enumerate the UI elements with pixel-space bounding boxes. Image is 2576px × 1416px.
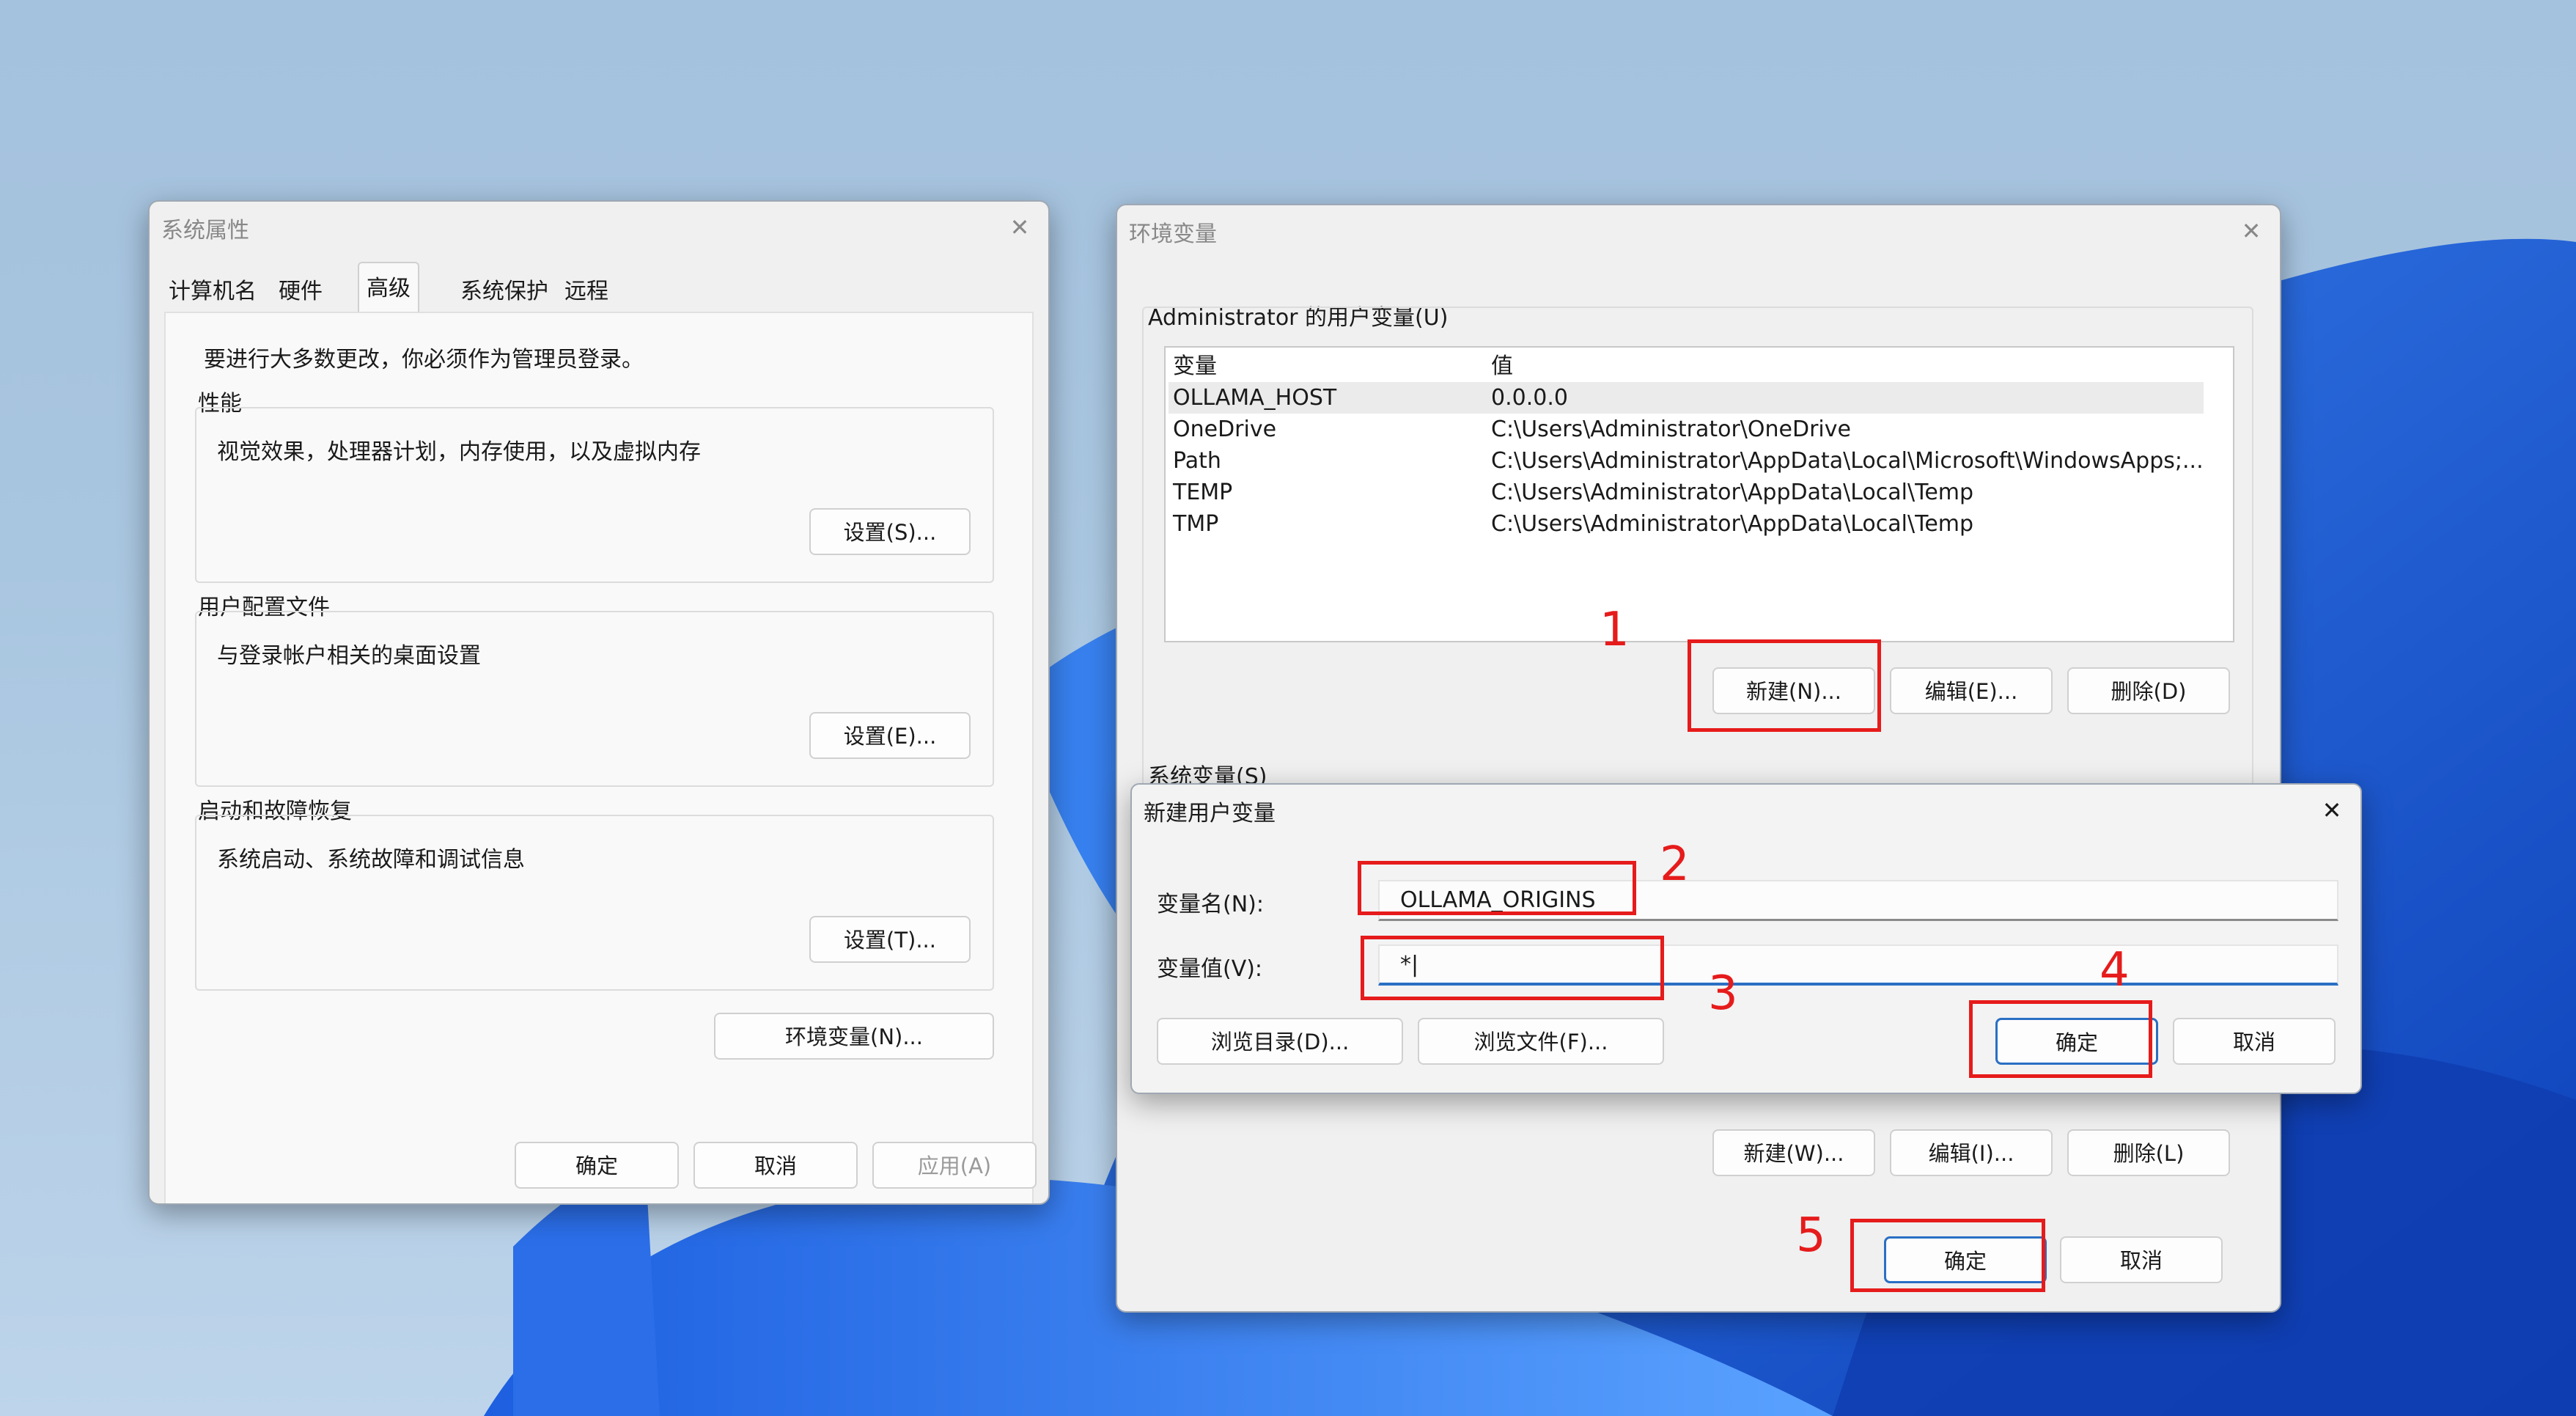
annotation-box-3 [1361,936,1664,1000]
table-row[interactable]: TMP C:\Users\Administrator\AppData\Local… [1169,508,2204,540]
table-row[interactable]: OLLAMA_HOST 0.0.0.0 [1169,382,2204,414]
var-value: C:\Users\Administrator\AppData\Local\Tem… [1491,511,1974,537]
dialog-title: 新建用户变量 [1144,801,1276,826]
header-value: 值 [1491,353,1513,379]
table-row[interactable]: Path C:\Users\Administrator\AppData\Loca… [1169,445,2204,477]
admin-note: 要进行大多数更改，你必须作为管理员登录。 [204,347,644,373]
var-value: C:\Users\Administrator\AppData\Local\Tem… [1491,480,1974,505]
user-profiles-desc: 与登录帐户相关的桌面设置 [217,643,481,669]
titlebar: 系统属性 ✕ [150,202,1048,253]
titlebar: 环境变量 ✕ [1117,205,2280,257]
user-delete-button[interactable]: 删除(D) [2067,667,2230,714]
close-icon[interactable]: ✕ [1001,209,1038,246]
system-properties-window: 系统属性 ✕ 计算机名 硬件 高级 系统保护 远程 要进行大多数更改，你必须作为… [148,200,1050,1205]
startup-recovery-group: 系统启动、系统故障和调试信息 设置(T)... [195,815,994,991]
annotation-box-2 [1358,861,1636,915]
close-icon[interactable]: ✕ [2314,792,2350,829]
advanced-tab-panel: 要进行大多数更改，你必须作为管理员登录。 性能 视觉效果，处理器计划，内存使用，… [164,312,1034,1203]
tab-computer-name[interactable]: 计算机名 [161,266,264,312]
titlebar: 新建用户变量 ✕ [1132,785,2360,836]
apply-button[interactable]: 应用(A) [872,1142,1037,1189]
ok-button[interactable]: 确定 [515,1142,679,1189]
user-profiles-settings-button[interactable]: 设置(E)... [809,712,971,759]
var-name: TMP [1173,511,1219,537]
table-row[interactable]: TEMP C:\Users\Administrator\AppData\Loca… [1169,477,2204,508]
window-title: 系统属性 [161,218,249,243]
performance-settings-button[interactable]: 设置(S)... [809,508,971,555]
tab-hardware[interactable]: 硬件 [271,266,330,312]
performance-desc: 视觉效果，处理器计划，内存使用，以及虚拟内存 [217,439,701,465]
browse-directory-button[interactable]: 浏览目录(D)... [1157,1018,1403,1065]
annotation-box-4 [1969,1000,2152,1078]
var-name: OneDrive [1173,417,1277,442]
user-profiles-group: 与登录帐户相关的桌面设置 设置(E)... [195,611,994,787]
annotation-number-4: 4 [2100,943,2130,997]
user-vars-list[interactable]: 变量 值 OLLAMA_HOST 0.0.0.0 OneDrive C:\Use… [1164,346,2234,642]
annotation-number-3: 3 [1708,966,1738,1021]
table-row[interactable]: OneDrive C:\Users\Administrator\OneDrive [1169,414,2204,445]
cancel-button[interactable]: 取消 [693,1142,858,1189]
window-title: 环境变量 [1129,221,1217,247]
dialog-cancel-button[interactable]: 取消 [2173,1018,2336,1065]
annotation-box-5 [1850,1219,2045,1292]
environment-variables-window: 环境变量 ✕ Administrator 的用户变量(U) 变量 值 OLLAM… [1116,204,2281,1313]
tab-remote[interactable]: 远程 [557,266,616,312]
value-label: 变量值(V): [1157,956,1263,982]
header-name: 变量 [1173,353,1217,379]
list-header: 变量 值 [1169,351,2204,382]
browse-file-button[interactable]: 浏览文件(F)... [1418,1018,1664,1065]
var-value: C:\Users\Administrator\AppData\Local\Mic… [1491,448,2204,474]
startup-recovery-settings-button[interactable]: 设置(T)... [809,916,971,963]
system-delete-button[interactable]: 删除(L) [2067,1129,2230,1176]
var-name: Path [1173,448,1221,474]
annotation-box-1 [1688,639,1881,732]
system-edit-button[interactable]: 编辑(I)... [1890,1129,2053,1176]
user-edit-button[interactable]: 编辑(E)... [1890,667,2053,714]
startup-recovery-desc: 系统启动、系统故障和调试信息 [217,847,525,873]
performance-group: 视觉效果，处理器计划，内存使用，以及虚拟内存 设置(S)... [195,407,994,583]
var-name: OLLAMA_HOST [1173,385,1337,411]
annotation-number-1: 1 [1600,603,1630,657]
environment-variables-button[interactable]: 环境变量(N)... [714,1013,994,1060]
tab-system-protection[interactable]: 系统保护 [453,266,556,312]
var-value: C:\Users\Administrator\OneDrive [1491,417,1851,442]
system-new-button[interactable]: 新建(W)... [1712,1129,1875,1176]
annotation-number-2: 2 [1660,837,1690,892]
new-user-variable-dialog: 新建用户变量 ✕ 变量名(N): OLLAMA_ORIGINS 变量值(V): … [1130,783,2362,1094]
tab-advanced[interactable]: 高级 [358,262,419,313]
close-icon[interactable]: ✕ [2233,213,2270,249]
name-label: 变量名(N): [1157,892,1264,917]
var-value: 0.0.0.0 [1491,385,1568,411]
annotation-number-5: 5 [1796,1208,1826,1263]
var-name: TEMP [1173,480,1233,505]
env-cancel-button[interactable]: 取消 [2060,1236,2223,1283]
